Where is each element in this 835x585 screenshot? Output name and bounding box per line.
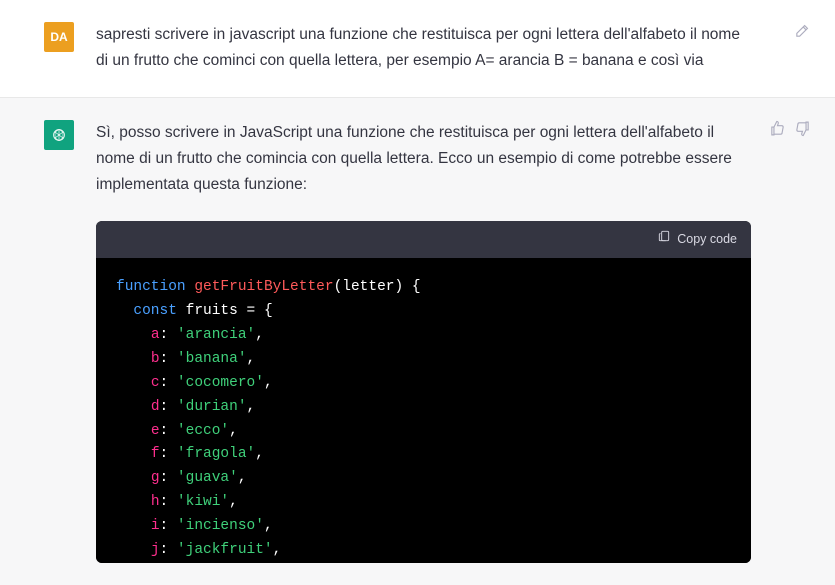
code-string: 'arancia' xyxy=(177,327,255,343)
user-message-text: sapresti scrivere in javascript una funz… xyxy=(96,26,740,69)
code-punct: = { xyxy=(238,303,273,319)
code-object-key: b xyxy=(151,351,160,367)
code-string: 'cocomero' xyxy=(177,375,264,391)
code-punct: : xyxy=(160,423,177,439)
code-string: 'fragola' xyxy=(177,446,255,462)
code-punct: : xyxy=(160,446,177,462)
code-string: 'banana' xyxy=(177,351,247,367)
thumbs-up-icon[interactable] xyxy=(769,120,786,137)
assistant-message-actions xyxy=(769,120,811,137)
code-punct: : xyxy=(160,375,177,391)
code-object-key: h xyxy=(151,494,160,510)
code-punct: , xyxy=(247,351,256,367)
thumbs-down-icon[interactable] xyxy=(794,120,811,137)
user-message-content: sapresti scrivere in javascript una funz… xyxy=(96,22,791,75)
code-punct: : xyxy=(160,494,177,510)
user-avatar: DA xyxy=(44,22,74,52)
code-punct: , xyxy=(229,423,238,439)
assistant-avatar xyxy=(44,120,74,150)
code-object-key: a xyxy=(151,327,160,343)
code-punct: : xyxy=(160,542,177,558)
code-string: 'incienso' xyxy=(177,518,264,534)
code-object-key: i xyxy=(151,518,160,534)
code-punct: , xyxy=(264,375,273,391)
code-punct: , xyxy=(264,518,273,534)
code-string: 'kiwi' xyxy=(177,494,229,510)
code-object-key: j xyxy=(151,542,160,558)
code-function-name: getFruitByLetter xyxy=(194,279,333,295)
code-block: Copy code function getFruitByLetter(lett… xyxy=(96,221,751,563)
code-object-key: e xyxy=(151,423,160,439)
user-message: DA sapresti scrivere in javascript una f… xyxy=(0,0,835,98)
code-punct: : xyxy=(160,399,177,415)
code-punct: : xyxy=(160,470,177,486)
code-object-key: d xyxy=(151,399,160,415)
code-string: 'ecco' xyxy=(177,423,229,439)
code-punct: , xyxy=(255,327,264,343)
code-content: function getFruitByLetter(letter) { cons… xyxy=(96,258,751,563)
edit-icon[interactable] xyxy=(794,22,811,39)
user-message-actions xyxy=(794,22,811,39)
code-punct: , xyxy=(229,494,238,510)
code-var-name: fruits xyxy=(186,303,238,319)
user-avatar-initials: DA xyxy=(50,27,67,47)
clipboard-icon xyxy=(657,229,671,250)
assistant-intro-text: Sì, posso scrivere in JavaScript una fun… xyxy=(96,120,751,199)
code-string: 'guava' xyxy=(177,470,238,486)
code-punct: ) { xyxy=(394,279,420,295)
assistant-message-content: Sì, posso scrivere in JavaScript una fun… xyxy=(96,120,791,563)
code-keyword-function: function xyxy=(116,279,186,295)
code-punct: , xyxy=(255,446,264,462)
code-punct: : xyxy=(160,351,177,367)
code-param: letter xyxy=(342,279,394,295)
assistant-message: Sì, posso scrivere in JavaScript una fun… xyxy=(0,98,835,585)
code-punct: , xyxy=(247,399,256,415)
code-block-header: Copy code xyxy=(96,221,751,258)
code-punct: : xyxy=(160,327,177,343)
copy-code-label: Copy code xyxy=(677,229,737,250)
code-keyword-const: const xyxy=(133,303,177,319)
code-punct: , xyxy=(238,470,247,486)
code-punct: : xyxy=(160,518,177,534)
code-object-key: f xyxy=(151,446,160,462)
code-string: 'jackfruit' xyxy=(177,542,273,558)
code-object-key: g xyxy=(151,470,160,486)
code-object-key: c xyxy=(151,375,160,391)
copy-code-button[interactable]: Copy code xyxy=(657,229,737,250)
code-punct: , xyxy=(273,542,282,558)
code-punct: ( xyxy=(334,279,343,295)
code-string: 'durian' xyxy=(177,399,247,415)
